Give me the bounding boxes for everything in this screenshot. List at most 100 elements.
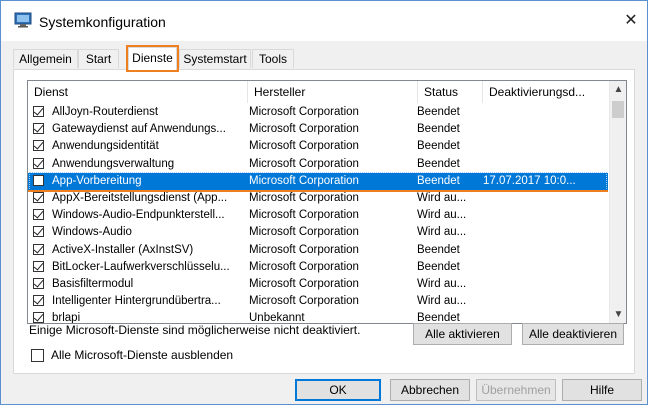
table-row[interactable]: AllJoyn-Routerdienst Microsoft Corporatio…: [28, 104, 608, 121]
tab-highlight-marker: [126, 45, 179, 72]
services-list[interactable]: Dienst Hersteller Status Deaktivierungsd…: [27, 80, 627, 324]
service-status: Beendet: [417, 157, 460, 170]
service-manufacturer: Unbekannt: [249, 312, 305, 324]
table-row[interactable]: brlapi Unbekannt Beendet: [28, 310, 608, 324]
service-status: Wird au...: [417, 295, 467, 308]
service-manufacturer: Microsoft Corporation: [249, 295, 359, 308]
service-checkbox[interactable]: [33, 174, 44, 186]
disable-all-button[interactable]: Alle deaktivieren: [522, 323, 624, 345]
list-header: Dienst Hersteller Status Deaktivierungsd…: [28, 81, 626, 103]
service-manufacturer: Microsoft Corporation: [249, 174, 359, 187]
table-row[interactable]: Windows-Audio Microsoft Corporation Wird a…: [28, 224, 608, 241]
service-checkbox[interactable]: [33, 311, 44, 323]
checkmark-icon: [33, 243, 44, 254]
help-button[interactable]: Hilfe: [562, 379, 642, 401]
service-status: Beendet: [417, 260, 460, 273]
table-row-selected[interactable]: App-Vorbereitung Microsoft Corporation Bee…: [28, 171, 608, 191]
service-status: Beendet: [417, 123, 460, 136]
title-bar: Systemkonfiguration ✕: [1, 1, 647, 41]
service-checkbox[interactable]: [33, 191, 44, 203]
column-header-hersteller[interactable]: Hersteller: [248, 81, 418, 103]
checkmark-icon: [33, 208, 44, 219]
services-panel: Dienst Hersteller Status Deaktivierungsd…: [13, 69, 635, 374]
msconfig-app-icon: [14, 12, 32, 28]
table-row[interactable]: AppX-Bereitstellungsdienst (App... Micros…: [28, 190, 608, 207]
service-status: Beendet: [417, 312, 460, 324]
close-icon[interactable]: ✕: [619, 9, 643, 33]
service-manufacturer: Microsoft Corporation: [249, 226, 359, 239]
tab-start[interactable]: Start: [78, 49, 119, 68]
checkmark-icon: [33, 225, 44, 236]
service-checkbox[interactable]: [33, 157, 44, 169]
service-manufacturer: Microsoft Corporation: [249, 243, 359, 256]
service-manufacturer: Microsoft Corporation: [249, 106, 359, 118]
cancel-button[interactable]: Abbrechen: [390, 379, 470, 401]
service-status: Wird au...: [417, 209, 467, 222]
tab-systemstart[interactable]: Systemstart: [179, 49, 251, 68]
tab-allgemein[interactable]: Allgemein: [13, 49, 78, 68]
service-name: AllJoyn-Routerdienst: [52, 106, 159, 118]
table-row[interactable]: Anwendungsidentität Microsoft Corporation…: [28, 138, 608, 155]
service-manufacturer: Microsoft Corporation: [249, 157, 359, 170]
checkmark-icon: [33, 105, 44, 116]
table-row[interactable]: ActiveX-Installer (AxInstSV) Microsoft Co…: [28, 242, 608, 259]
checkmark-icon: [33, 191, 44, 202]
service-checkbox[interactable]: [33, 122, 44, 135]
service-checkbox[interactable]: [33, 208, 44, 221]
scroll-up-icon[interactable]: ▲: [610, 81, 626, 98]
service-name: Gatewaydienst auf Anwendungs...: [52, 123, 226, 136]
table-row[interactable]: Windows-Audio-Endpunkterstell... Microsof…: [28, 207, 608, 224]
column-header-status[interactable]: Status: [418, 81, 483, 103]
service-checkbox[interactable]: [33, 277, 44, 289]
service-name: AppX-Bereitstellungsdienst (App...: [52, 192, 228, 204]
apply-button[interactable]: Übernehmen: [476, 379, 556, 401]
service-checkbox[interactable]: [33, 243, 44, 255]
service-status: Beendet: [417, 174, 460, 187]
checkbox-box[interactable]: [31, 349, 44, 362]
hide-ms-services-label: Alle Microsoft-Dienste ausblenden: [51, 348, 234, 362]
service-name: brlapi: [52, 312, 81, 324]
enable-all-button[interactable]: Alle aktivieren: [413, 323, 512, 345]
service-name: Windows-Audio: [52, 226, 132, 239]
column-header-deaktivierungsdatum[interactable]: Deaktivierungsd...: [483, 81, 610, 103]
service-checkbox[interactable]: [33, 260, 44, 272]
service-manufacturer: Microsoft Corporation: [249, 278, 359, 290]
tab-tools[interactable]: Tools: [252, 49, 294, 68]
table-row[interactable]: Intelligenter Hintergrundübertra... Micro…: [28, 293, 608, 310]
service-disable-date: 17.07.2017 10:0...: [483, 174, 576, 187]
service-status: Wird au...: [417, 226, 467, 239]
service-checkbox[interactable]: [33, 139, 44, 152]
vertical-scrollbar[interactable]: ▲ ▼: [609, 81, 626, 323]
scroll-down-icon[interactable]: ▼: [610, 306, 626, 323]
service-name: BitLocker-Laufwerkverschlüsselu...: [52, 260, 230, 273]
ok-button[interactable]: OK: [295, 379, 381, 401]
service-name: App-Vorbereitung: [52, 174, 142, 187]
service-manufacturer: Microsoft Corporation: [249, 192, 359, 204]
table-row[interactable]: Anwendungsverwaltung Microsoft Corporatio…: [28, 156, 608, 173]
checkmark-icon: [33, 139, 44, 150]
service-checkbox[interactable]: [33, 294, 44, 307]
table-row[interactable]: Gatewaydienst auf Anwendungs... Microsoft…: [28, 121, 608, 138]
checkmark-icon: [33, 122, 44, 133]
checkmark-icon: [33, 260, 44, 271]
service-name: Intelligenter Hintergrundübertra...: [52, 295, 221, 308]
ms-services-note: Einige Microsoft-Dienste sind möglicherw…: [29, 323, 361, 337]
checkmark-icon: [33, 311, 44, 322]
column-header-dienst[interactable]: Dienst: [28, 81, 248, 103]
service-name: ActiveX-Installer (AxInstSV): [52, 243, 194, 256]
service-manufacturer: Microsoft Corporation: [249, 260, 359, 273]
service-checkbox[interactable]: [33, 105, 44, 117]
table-row[interactable]: BitLocker-Laufwerkverschlüsselu... Micros…: [28, 259, 608, 276]
service-manufacturer: Microsoft Corporation: [249, 140, 359, 153]
service-manufacturer: Microsoft Corporation: [249, 209, 359, 222]
checkmark-icon: [33, 294, 44, 305]
service-status: Wird au...: [417, 278, 467, 290]
service-checkbox[interactable]: [33, 225, 44, 238]
scrollbar-thumb[interactable]: [612, 101, 624, 118]
window-title: Systemkonfiguration: [39, 14, 166, 30]
service-name: Windows-Audio-Endpunkterstell...: [52, 209, 225, 222]
table-row[interactable]: Basisfiltermodul Microsoft Corporation Wir…: [28, 276, 608, 293]
service-name: Basisfiltermodul: [52, 278, 134, 290]
service-manufacturer: Microsoft Corporation: [249, 123, 359, 136]
service-name: Anwendungsidentität: [52, 140, 159, 153]
